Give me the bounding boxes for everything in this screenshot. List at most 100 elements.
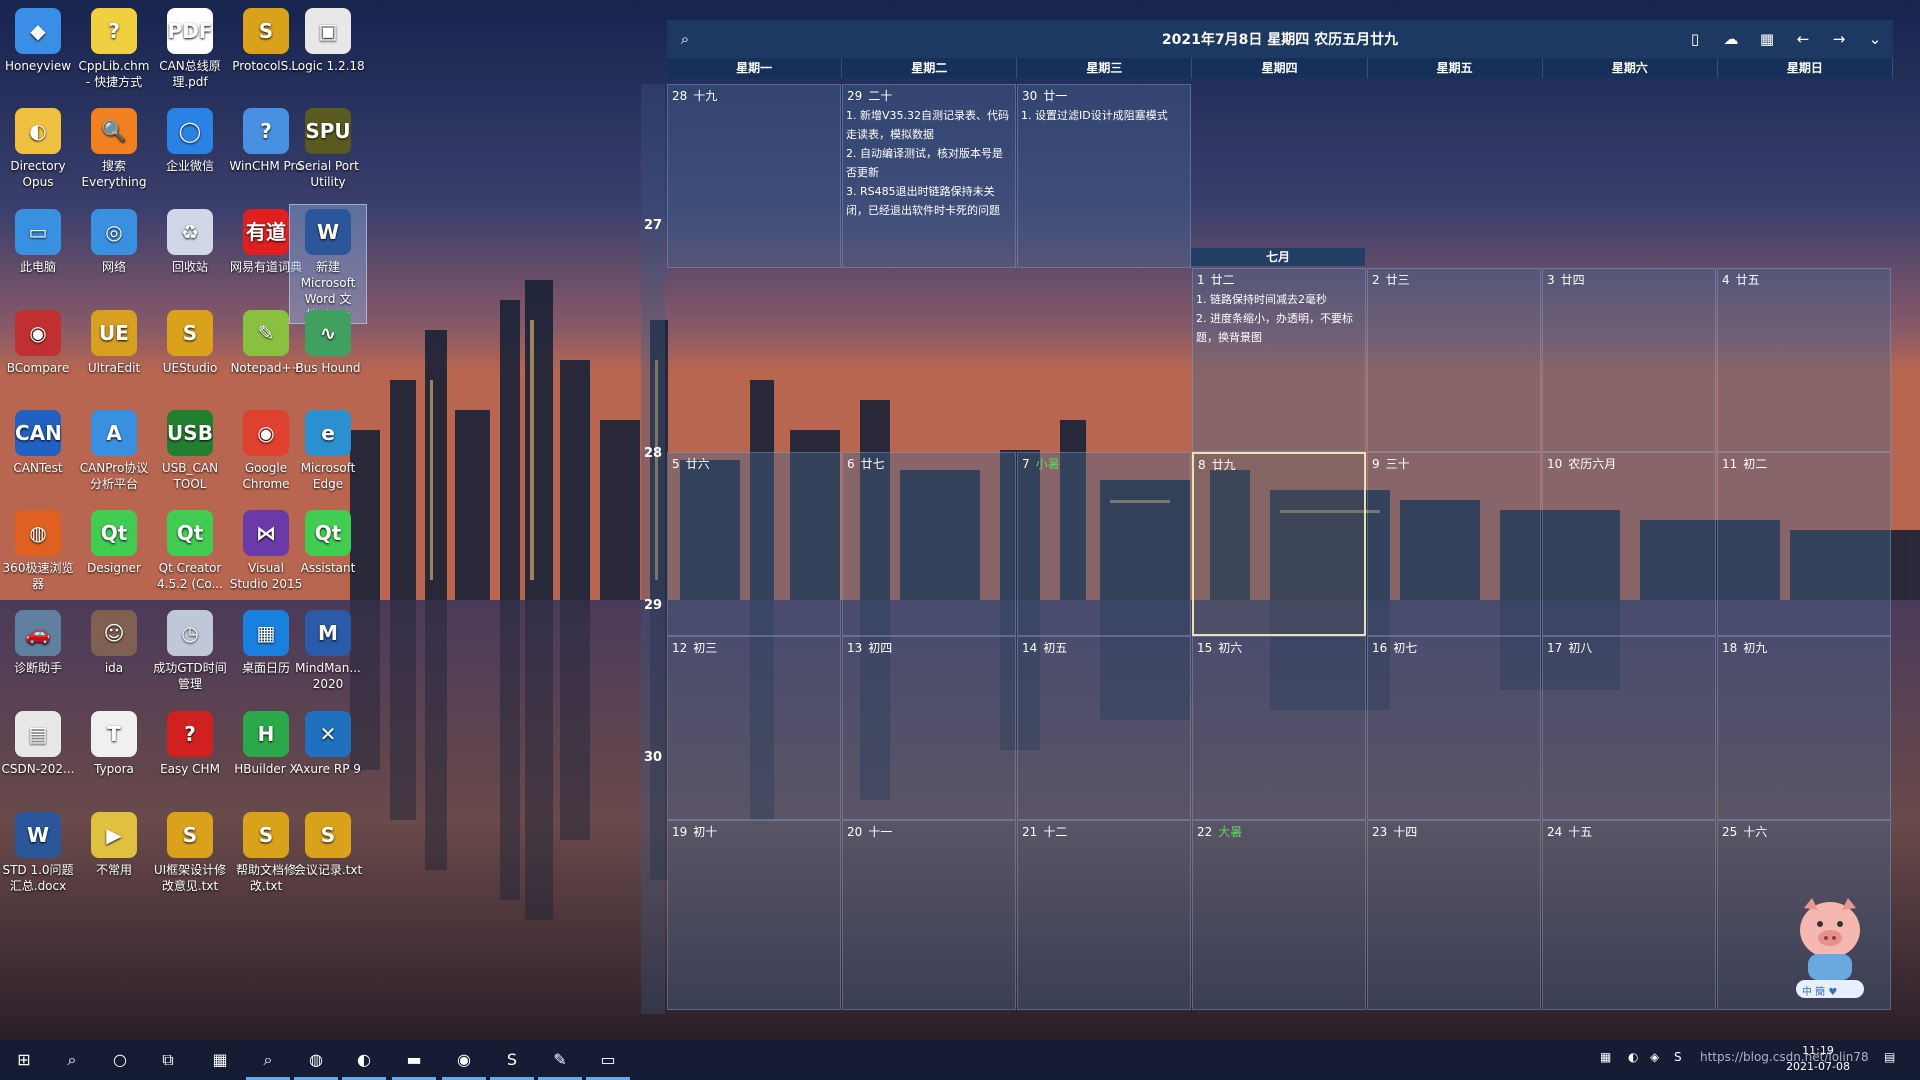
start-button[interactable]: ⊞ bbox=[10, 1046, 38, 1074]
calendar-day-cell[interactable]: 30 廿一 1. 设置过滤ID设计成阻塞模式 bbox=[1017, 84, 1191, 268]
calculator-taskbar-icon[interactable]: ▦ bbox=[206, 1046, 234, 1074]
tray-opus-icon[interactable]: ◐ bbox=[1628, 1050, 1638, 1064]
desktop-icon[interactable]: ◎ 网络 bbox=[76, 205, 152, 275]
cloud-icon[interactable]: ☁ bbox=[1721, 29, 1741, 49]
notification-icon[interactable]: ▤ bbox=[1884, 1050, 1895, 1064]
desktop-icon[interactable]: Qt Designer bbox=[76, 506, 152, 576]
desktop-icon[interactable]: CAN CANTest bbox=[0, 406, 76, 476]
search-icon[interactable]: ⌕ bbox=[675, 29, 695, 49]
calendar-day-cell[interactable]: 10 农历六月 bbox=[1542, 452, 1716, 636]
calendar-day-cell[interactable]: 17 初八 bbox=[1542, 636, 1716, 820]
csdn-file-icon: ▤ bbox=[15, 711, 61, 757]
typora-icon: T bbox=[91, 711, 137, 757]
calendar-day-cell[interactable]: 3 廿四 bbox=[1542, 268, 1716, 452]
desktop-icon[interactable]: ☺ ida bbox=[76, 606, 152, 676]
desktop-icon[interactable]: ? Easy CHM bbox=[152, 707, 228, 777]
desktop-icon[interactable]: ▶ 不常用 bbox=[76, 808, 152, 878]
calendar-day-cell[interactable]: 2 廿三 bbox=[1367, 268, 1541, 452]
terminal-taskbar-icon[interactable]: ▭ bbox=[586, 1046, 630, 1080]
calendar-day-cell[interactable]: 5 廿六 bbox=[667, 452, 841, 636]
calendar-day-cell[interactable]: 13 初四 bbox=[842, 636, 1016, 820]
file-explorer-taskbar-icon[interactable]: ▬ bbox=[392, 1046, 436, 1080]
pig-mascot[interactable]: 中 簡 ♥ bbox=[1790, 890, 1870, 1000]
mascot-label: 中 簡 ♥ bbox=[1802, 987, 1838, 998]
desktop-icon[interactable]: ✕ Axure RP 9 bbox=[290, 707, 366, 777]
tray-shield-icon[interactable]: ◈ bbox=[1650, 1050, 1659, 1064]
calendar-day-cell[interactable]: 22 大暑 bbox=[1192, 820, 1366, 1010]
desktop-icon[interactable]: S UEStudio bbox=[152, 306, 228, 376]
calendar-day-cell[interactable]: 11 初二 bbox=[1717, 452, 1891, 636]
calendar-day-cell[interactable]: 19 初十 bbox=[667, 820, 841, 1010]
calendar-day-cell[interactable]: 20 十一 bbox=[842, 820, 1016, 1010]
phone-icon[interactable]: ▯ bbox=[1685, 29, 1705, 49]
protocol-taskbar-icon[interactable]: S bbox=[490, 1046, 534, 1080]
desktop-icon[interactable]: 🚗 诊断助手 bbox=[0, 606, 76, 676]
desktop-icon[interactable]: ∿ Bus Hound bbox=[290, 306, 366, 376]
desktop-icon[interactable]: UE UltraEdit bbox=[76, 306, 152, 376]
calendar-day-cell[interactable]: 18 初九 bbox=[1717, 636, 1891, 820]
notepadpp-taskbar-icon[interactable]: ✎ bbox=[538, 1046, 582, 1080]
lunar-date: 十九 bbox=[693, 89, 718, 103]
calendar-day-cell[interactable]: 28 十九 bbox=[667, 84, 841, 268]
calendar-day-cell[interactable]: 12 初三 bbox=[667, 636, 841, 820]
desktop-icon[interactable]: PDF CAN总线原理.pdf bbox=[152, 4, 228, 90]
desktop-icon[interactable]: S UI框架设计修改意见.txt bbox=[152, 808, 228, 894]
calendar-day-cell[interactable]: 24 十五 bbox=[1542, 820, 1716, 1010]
desktop-icon[interactable]: Qt Qt Creator 4.5.2 (Co... bbox=[152, 506, 228, 592]
calendar-day-cell[interactable]: 21 十二 bbox=[1017, 820, 1191, 1010]
desktop-icon[interactable]: ◍ 360极速浏览器 bbox=[0, 506, 76, 592]
arrow-left-icon[interactable]: ← bbox=[1793, 29, 1813, 49]
directory-opus-taskbar-icon[interactable]: ◐ bbox=[342, 1046, 386, 1080]
task-view-icon[interactable]: ⧉ bbox=[154, 1046, 182, 1074]
browser-360-taskbar-icon[interactable]: ◍ bbox=[294, 1046, 338, 1080]
chrome-icon: ◉ bbox=[243, 410, 289, 456]
calendar-day-cell[interactable]: 1 廿二 1. 链路保持时间减去2毫秒 2. 进度条缩小，办透明，不要标题，换背景图 bbox=[1192, 268, 1366, 452]
taskbar-clock[interactable]: 11:19 2021-07-08 bbox=[1786, 1043, 1850, 1075]
tray-antivirus-icon[interactable]: S bbox=[1674, 1050, 1682, 1064]
desktop-icon[interactable]: e Microsoft Edge bbox=[290, 406, 366, 492]
search-taskbar-icon[interactable]: ⌕ bbox=[58, 1046, 86, 1074]
tray-apps-icon[interactable]: ▦ bbox=[1600, 1050, 1611, 1064]
desktop-icon[interactable]: ▤ CSDN-202... bbox=[0, 707, 76, 777]
chevron-down-icon[interactable]: ⌄ bbox=[1865, 29, 1885, 49]
calendar-day-cell-today[interactable]: 8 廿九 bbox=[1192, 452, 1366, 636]
desktop-icon-label: 回收站 bbox=[171, 260, 208, 274]
cortana-icon[interactable]: ○ bbox=[106, 1046, 134, 1074]
desktop-icon-label: 360极速浏览器 bbox=[2, 561, 74, 591]
calendar-day-cell[interactable]: 29 二十 1. 新增V35.32自测记录表、代码走读表，模拟数据 2. 自动编译测试… bbox=[842, 84, 1016, 268]
desktop-icon[interactable]: A CANPro协议分析平台 bbox=[76, 406, 152, 492]
day-number: 29 bbox=[847, 89, 863, 103]
desktop-icon[interactable]: ◐ Directory Opus bbox=[0, 104, 76, 190]
calendar-icon[interactable]: ▦ bbox=[1757, 29, 1777, 49]
desktop-icon[interactable]: M MindMan... 2020 bbox=[290, 606, 366, 692]
desktop-icon[interactable]: ◷ 成功GTD时间管理 bbox=[152, 606, 228, 692]
calendar-day-cell[interactable]: 6 廿七 bbox=[842, 452, 1016, 636]
desktop-icon[interactable]: S 会议记录.txt bbox=[290, 808, 366, 878]
calendar-day-cell[interactable]: 23 十四 bbox=[1367, 820, 1541, 1010]
day-heading: 14 初五 bbox=[1018, 637, 1190, 658]
desktop-icon[interactable]: ◯ 企业微信 bbox=[152, 104, 228, 174]
calendar-day-cell[interactable]: 7 小暑 bbox=[1017, 452, 1191, 636]
desktop-icon[interactable]: 🔍 搜索 Everything bbox=[76, 104, 152, 190]
desktop-icon[interactable]: ▭ 此电脑 bbox=[0, 205, 76, 275]
calendar-day-cell[interactable]: 9 三十 bbox=[1367, 452, 1541, 636]
everything-taskbar-icon[interactable]: ⌕ bbox=[246, 1046, 290, 1080]
qt-designer-icon: Qt bbox=[91, 510, 137, 556]
desktop-icon[interactable]: ♻ 回收站 bbox=[152, 205, 228, 275]
desktop-icon[interactable]: ? CppLib.chm - 快捷方式 bbox=[76, 4, 152, 90]
desktop-icon[interactable]: USB USB_CAN TOOL bbox=[152, 406, 228, 492]
desktop-icon[interactable]: ◆ Honeyview bbox=[0, 4, 76, 74]
desktop-icon[interactable]: W STD 1.0问题汇总.docx bbox=[0, 808, 76, 894]
calendar-day-cell[interactable]: 16 初七 bbox=[1367, 636, 1541, 820]
desktop-icon[interactable]: Qt Assistant bbox=[290, 506, 366, 576]
calendar-day-cell[interactable]: 4 廿五 bbox=[1717, 268, 1891, 452]
desktop-icon[interactable]: ◉ BCompare bbox=[0, 306, 76, 376]
chrome-taskbar-icon[interactable]: ◉ bbox=[442, 1046, 486, 1080]
desktop-icon[interactable]: T Typora bbox=[76, 707, 152, 777]
desktop-icon-label: ida bbox=[104, 661, 124, 675]
desktop-icon[interactable]: ▣ Logic 1.2.18 bbox=[290, 4, 366, 74]
calendar-day-cell[interactable]: 15 初六 bbox=[1192, 636, 1366, 820]
calendar-day-cell[interactable]: 14 初五 bbox=[1017, 636, 1191, 820]
arrow-right-icon[interactable]: → bbox=[1829, 29, 1849, 49]
desktop-icon[interactable]: SPU Serial Port Utility bbox=[290, 104, 366, 190]
